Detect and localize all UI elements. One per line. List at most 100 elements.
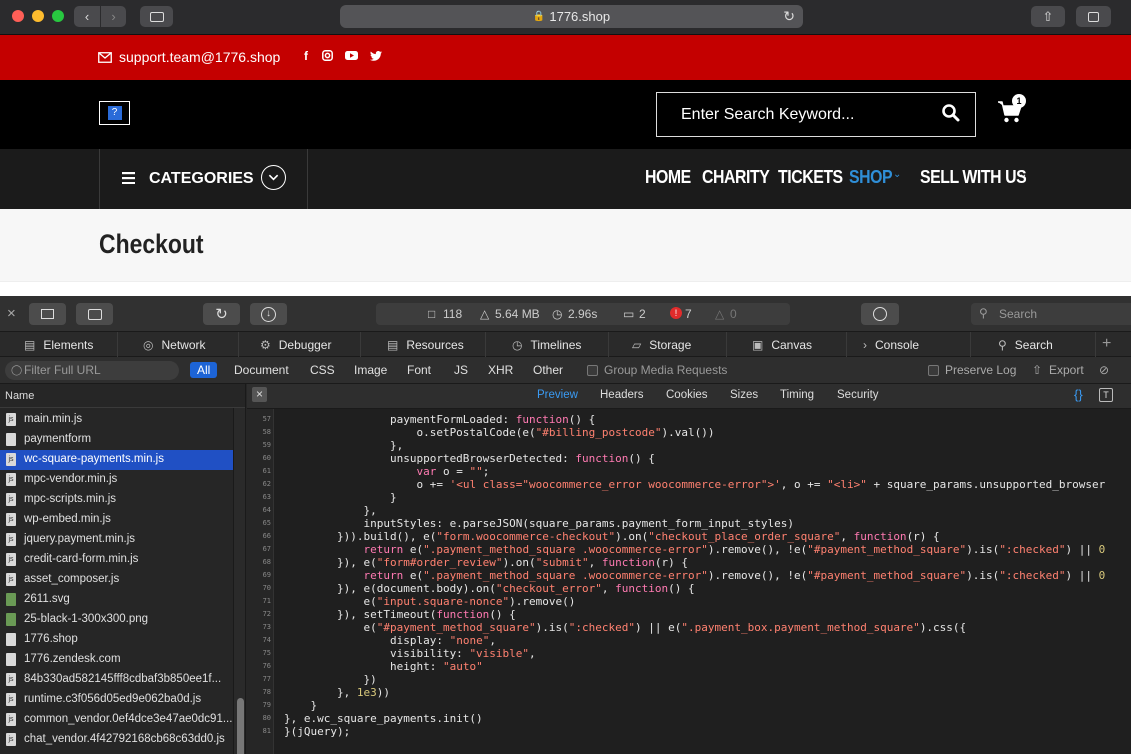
close-detail-icon[interactable]: × bbox=[252, 387, 267, 402]
tab-storage[interactable]: ▱ Storage bbox=[609, 332, 727, 357]
web-inspector: × ↻ ↓ □ 118 △ 5.64 MB ◷ 2.96s ▭ 2 ! 7 △ … bbox=[0, 296, 1131, 754]
site-logo[interactable]: ? bbox=[99, 101, 130, 125]
resource-row[interactable]: js wp-embed.min.js bbox=[0, 510, 233, 530]
resource-row[interactable]: js chat_vendor.4f42792168cb68c63dd0.js bbox=[0, 730, 233, 750]
filter-font[interactable]: Font bbox=[407, 363, 431, 377]
cart-button[interactable]: 1 bbox=[997, 94, 1026, 126]
youtube-icon[interactable] bbox=[345, 51, 358, 60]
tab-security[interactable]: Security bbox=[837, 389, 879, 401]
element-picker-button[interactable] bbox=[861, 303, 899, 325]
close-window-button[interactable] bbox=[12, 10, 24, 22]
resource-row[interactable]: 25-black-1-300x300.png bbox=[0, 610, 233, 630]
nav-shop[interactable]: SHOP bbox=[849, 167, 893, 188]
dock-side-button[interactable] bbox=[76, 303, 113, 325]
preserve-log-checkbox[interactable] bbox=[928, 365, 939, 376]
sidebar-toggle-button[interactable] bbox=[140, 6, 173, 27]
resource-row[interactable]: js mpc-scripts.min.js bbox=[0, 490, 233, 510]
export-button[interactable]: Export bbox=[1049, 363, 1084, 377]
line-number: 76 bbox=[262, 662, 271, 670]
tab-timing[interactable]: Timing bbox=[780, 389, 814, 401]
minimize-window-button[interactable] bbox=[32, 10, 44, 22]
filter-image[interactable]: Image bbox=[354, 363, 387, 377]
tab-console[interactable]: › Console bbox=[847, 332, 971, 357]
support-email-link[interactable]: support.team@1776.shop bbox=[98, 49, 280, 65]
address-bar[interactable]: 🔒 1776.shop ↻ bbox=[340, 5, 803, 28]
resource-row[interactable]: js credit-card-form.min.js bbox=[0, 550, 233, 570]
javascript-file-icon: js bbox=[6, 413, 16, 426]
resource-row[interactable]: js 84b330ad582145fff8cdbaf3b850ee1f... bbox=[0, 670, 233, 690]
categories-menu[interactable]: CATEGORIES bbox=[99, 149, 308, 209]
group-media-checkbox[interactable] bbox=[587, 365, 598, 376]
filter-url-input[interactable]: ◯ Filter Full URL bbox=[5, 361, 179, 380]
tab-search[interactable]: ⚲ Search bbox=[971, 332, 1096, 357]
scroll-thumb[interactable] bbox=[237, 698, 244, 754]
filter-all[interactable]: All bbox=[190, 362, 218, 378]
resource-row[interactable]: js asset_composer.js bbox=[0, 570, 233, 590]
tab-preview[interactable]: Preview bbox=[537, 389, 578, 401]
search-icon[interactable] bbox=[941, 103, 961, 123]
clear-log-icon[interactable]: ⊘ bbox=[1099, 363, 1109, 377]
tab-resources[interactable]: ▤ Resources bbox=[361, 332, 486, 357]
pretty-print-icon[interactable]: {} bbox=[1074, 387, 1083, 402]
resource-name: chat_vendor.4f42792168cb68c63dd0.js bbox=[24, 733, 225, 745]
tab-elements[interactable]: ▤ Elements bbox=[0, 332, 118, 357]
resource-row[interactable]: js wc-square-payments.min.js bbox=[0, 450, 233, 470]
tabs-overview-button[interactable] bbox=[1076, 6, 1111, 27]
resource-row[interactable]: js main.min.js bbox=[0, 410, 233, 430]
detach-button[interactable] bbox=[29, 303, 66, 325]
search-icon: ⚲ bbox=[998, 337, 1007, 352]
tab-cookies[interactable]: Cookies bbox=[666, 389, 708, 401]
resource-row[interactable]: 1776.zendesk.com bbox=[0, 650, 233, 670]
close-inspector-icon[interactable]: × bbox=[7, 305, 16, 322]
name-column-header[interactable]: Name bbox=[0, 384, 245, 408]
tab-canvas[interactable]: ▣ Canvas bbox=[727, 332, 847, 357]
code-line: 58 o.setPostalCode(e("#billing_postcode"… bbox=[247, 426, 1131, 439]
messages-count: 2 bbox=[639, 307, 646, 321]
code-line: 73 e("#payment_method_square").is(":chec… bbox=[247, 621, 1131, 634]
nav-sell-with-us[interactable]: SELL WITH US bbox=[920, 167, 1027, 188]
instagram-icon[interactable] bbox=[322, 50, 333, 61]
forward-button[interactable]: › bbox=[101, 6, 126, 27]
code-text: } bbox=[284, 699, 318, 712]
line-number: 65 bbox=[262, 519, 271, 527]
nav-charity[interactable]: CHARITY bbox=[702, 167, 770, 188]
tab-network[interactable]: ◎ Network bbox=[118, 332, 239, 357]
resource-row[interactable]: js common_vendor.0ef4dce3e47ae0dc91... bbox=[0, 710, 233, 730]
inspector-search-input[interactable]: ⚲ Search bbox=[971, 303, 1131, 325]
search-input[interactable]: Enter Search Keyword... bbox=[656, 92, 976, 137]
twitter-icon[interactable] bbox=[370, 51, 382, 61]
nav-home[interactable]: HOME bbox=[645, 167, 691, 188]
tab-timelines[interactable]: ◷ Timelines bbox=[486, 332, 609, 357]
chevron-right-icon: › bbox=[111, 9, 116, 24]
tab-headers[interactable]: Headers bbox=[600, 389, 643, 401]
filter-js[interactable]: JS bbox=[454, 363, 468, 377]
tab-sizes[interactable]: Sizes bbox=[730, 389, 758, 401]
filter-xhr[interactable]: XHR bbox=[488, 363, 513, 377]
back-button[interactable]: ‹ bbox=[74, 6, 100, 27]
resource-row[interactable]: js jquery.payment.min.js bbox=[0, 530, 233, 550]
source-code-view[interactable]: 57 paymentFormLoaded: function() {58 o.s… bbox=[247, 409, 1131, 754]
nav-tickets[interactable]: TICKETS bbox=[778, 167, 843, 188]
resource-row[interactable]: 2611.svg bbox=[0, 590, 233, 610]
resource-row[interactable]: 1776.shop bbox=[0, 630, 233, 650]
filter-document[interactable]: Document bbox=[234, 363, 289, 377]
filter-other[interactable]: Other bbox=[533, 363, 563, 377]
share-button[interactable]: ⇧ bbox=[1031, 6, 1065, 27]
reload-icon[interactable]: ↻ bbox=[783, 8, 795, 25]
download-button[interactable]: ↓ bbox=[250, 303, 287, 325]
facebook-icon[interactable]: f bbox=[304, 49, 308, 63]
add-tab-icon[interactable]: + bbox=[1102, 335, 1111, 353]
resource-name: asset_composer.js bbox=[24, 573, 120, 585]
resource-row[interactable]: js runtime.c3f056d05ed9e062ba0d.js bbox=[0, 690, 233, 710]
tab-debugger[interactable]: ⚙ Debugger bbox=[239, 332, 361, 357]
download-icon: ↓ bbox=[261, 306, 276, 322]
resource-row[interactable]: paymentform bbox=[0, 430, 233, 450]
filter-css[interactable]: CSS bbox=[310, 363, 335, 377]
zoom-window-button[interactable] bbox=[52, 10, 64, 22]
document-icon bbox=[6, 633, 16, 646]
sidebar-scrollbar[interactable] bbox=[233, 408, 245, 754]
resource-row[interactable]: js mpc-vendor.min.js bbox=[0, 470, 233, 490]
reload-page-button[interactable]: ↻ bbox=[203, 303, 240, 325]
line-number: 70 bbox=[262, 584, 271, 592]
type-toggle-icon[interactable]: T bbox=[1099, 388, 1113, 402]
